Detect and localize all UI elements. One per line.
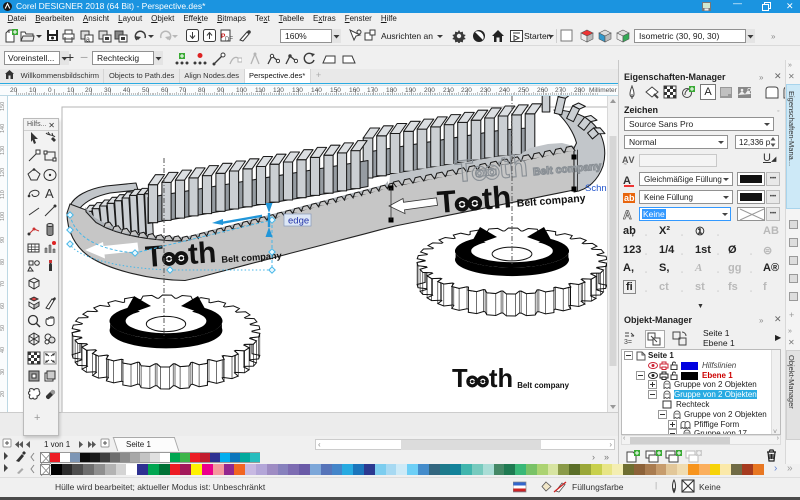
svg-text:th: th [481, 179, 513, 216]
svg-text:3=: 3= [624, 339, 632, 346]
svg-text:ab: ab [624, 193, 635, 203]
svg-text:a: a [86, 37, 90, 44]
svg-text:th: th [489, 365, 513, 393]
svg-text:DF: DF [225, 37, 233, 43]
svg-text:T: T [452, 365, 468, 393]
svg-text:A: A [45, 186, 54, 200]
svg-text:Belt company: Belt company [517, 381, 569, 390]
svg-text:th: th [187, 236, 217, 271]
svg-text:edge: edge [288, 216, 309, 227]
svg-text:?: ? [747, 87, 752, 96]
svg-text:T: T [144, 240, 164, 274]
svg-text:Schnitt: Schnitt [585, 183, 607, 194]
svg-text:T: T [436, 184, 458, 220]
svg-text:A: A [623, 208, 632, 222]
svg-text:th: th [497, 149, 529, 185]
